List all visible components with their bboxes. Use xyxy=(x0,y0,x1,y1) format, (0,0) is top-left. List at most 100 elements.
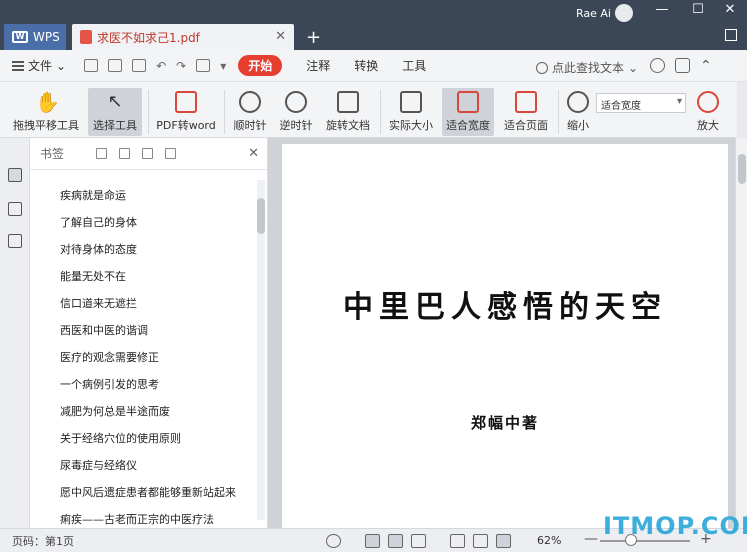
attachment-panel-icon[interactable] xyxy=(8,234,22,248)
list-item[interactable]: 医疗的观念需要修正 xyxy=(60,344,267,371)
pdf-page[interactable]: 中里巴人感悟的天空 郑幅中著 xyxy=(282,144,728,528)
quick-access-toolbar: ↶ ↷ ▾ xyxy=(84,58,226,73)
close-tab-icon[interactable]: ✕ xyxy=(275,29,286,44)
ribbon-scrollbar[interactable] xyxy=(737,82,747,138)
zoom-percentage[interactable]: 62% xyxy=(537,534,561,547)
maximize-button[interactable]: ☐ xyxy=(686,2,710,17)
bookmark-scroll-thumb[interactable] xyxy=(257,198,265,234)
hand-tool-label: 拖拽平移工具 xyxy=(13,119,79,132)
pdf-to-word-button[interactable]: PDF转word xyxy=(154,88,218,136)
title-bar: W WPS 求医不如求己1.pdf ✕ + Rae Ai — ☐ ✕ xyxy=(0,0,747,50)
list-item[interactable]: 信口道来无遮拦 xyxy=(60,290,267,317)
tab-start[interactable]: 开始 xyxy=(238,55,283,76)
rotate-clockwise-icon xyxy=(239,91,261,113)
single-page-icon[interactable] xyxy=(388,534,403,548)
close-panel-icon[interactable]: ✕ xyxy=(248,146,259,161)
user-name: Rae Ai xyxy=(576,6,611,20)
rotate-document-label: 旋转文档 xyxy=(326,119,370,132)
rotate-clockwise-button[interactable]: 顺时针 xyxy=(230,88,270,136)
list-item[interactable]: 能量无处不在 xyxy=(60,263,267,290)
bookmark-panel-header: 书签 ✕ xyxy=(30,138,267,170)
pdf-to-word-label: PDF转word xyxy=(156,119,216,132)
fit-page-status-icon[interactable] xyxy=(473,534,488,548)
rotate-document-button[interactable]: 旋转文档 xyxy=(322,88,374,136)
zoom-in-button[interactable]: 放大 xyxy=(692,88,724,136)
file-menu-label: 文件 xyxy=(28,59,53,73)
zoom-minus-button[interactable]: — xyxy=(584,531,598,547)
save-icon[interactable] xyxy=(108,58,123,72)
zoom-in-icon xyxy=(697,91,719,113)
viewer-scrollbar[interactable] xyxy=(735,138,747,528)
file-menu[interactable]: 文件 ⌄ xyxy=(12,57,66,74)
avatar[interactable] xyxy=(615,4,633,22)
wps-logo-icon: W xyxy=(12,31,28,43)
gear-icon[interactable] xyxy=(650,58,665,73)
zoom-out-label: 缩小 xyxy=(567,119,589,132)
tab-annotate[interactable]: 注释 xyxy=(306,57,330,74)
undo-icon[interactable]: ↶ xyxy=(156,59,166,73)
print-icon[interactable] xyxy=(132,58,147,72)
rotate-counterclockwise-button[interactable]: 逆时针 xyxy=(276,88,316,136)
list-item[interactable]: 了解自己的身体 xyxy=(60,209,267,236)
wps-home-tab[interactable]: W WPS xyxy=(4,24,66,50)
continuous-view-icon[interactable] xyxy=(365,534,380,548)
hand-icon: ✋ xyxy=(35,90,60,114)
comment-icon[interactable] xyxy=(675,58,690,73)
ribbon-divider xyxy=(380,90,381,134)
select-tool-button[interactable]: ↖ 选择工具 xyxy=(88,88,142,136)
delete-bookmark-icon[interactable] xyxy=(165,148,177,159)
export-icon[interactable] xyxy=(196,58,211,72)
collapse-ribbon-icon[interactable]: ⌃ xyxy=(700,58,712,74)
find-text-search[interactable]: 点此查找文本 ⌄ xyxy=(536,59,638,76)
actual-size-status-icon[interactable] xyxy=(450,534,465,548)
tab-tools[interactable]: 工具 xyxy=(402,57,426,74)
list-item[interactable]: 西医和中医的谐调 xyxy=(60,317,267,344)
fit-page-button[interactable]: 适合页面 xyxy=(500,88,552,136)
zoom-out-button[interactable]: 缩小 xyxy=(562,88,594,136)
collapse-all-icon[interactable] xyxy=(119,148,131,159)
wps-tab-label: WPS xyxy=(33,30,60,44)
new-tab-button[interactable]: + xyxy=(306,27,321,48)
two-page-icon[interactable] xyxy=(411,534,426,548)
list-item[interactable]: 关于经络穴位的使用原则 xyxy=(60,425,267,452)
open-folder-icon[interactable] xyxy=(84,58,99,72)
zoom-mode-select[interactable]: 适合宽度 xyxy=(596,93,686,113)
list-item[interactable]: 对待身体的态度 xyxy=(60,236,267,263)
fit-width-status-icon[interactable] xyxy=(496,534,511,548)
zoom-out-icon xyxy=(567,91,589,113)
list-item[interactable]: 一个病例引发的思考 xyxy=(60,371,267,398)
bookmark-panel-icon[interactable] xyxy=(8,168,22,182)
document-viewer: 中里巴人感悟的天空 郑幅中著 xyxy=(268,138,747,528)
select-tool-label: 选择工具 xyxy=(93,119,137,132)
add-bookmark-icon[interactable] xyxy=(142,148,154,159)
hand-tool-button[interactable]: ✋ 拖拽平移工具 xyxy=(8,88,84,136)
list-item[interactable]: 疾病就是命运 xyxy=(60,182,267,209)
minimize-button[interactable]: — xyxy=(650,2,674,17)
list-item[interactable]: 痢疾——古老而正宗的中医疗法 xyxy=(60,506,267,528)
redo-icon[interactable]: ↷ xyxy=(176,59,186,73)
zoom-slider[interactable] xyxy=(600,540,690,542)
bookmark-tools xyxy=(96,148,177,159)
side-panel-icon[interactable] xyxy=(725,29,737,41)
viewer-scroll-thumb[interactable] xyxy=(738,154,746,184)
close-window-button[interactable]: ✕ xyxy=(718,2,742,17)
search-icon xyxy=(536,61,548,74)
fit-width-button[interactable]: 适合宽度 xyxy=(442,88,494,136)
user-account[interactable]: Rae Ai xyxy=(576,4,633,22)
fit-page-icon xyxy=(515,91,537,113)
more-options-icon[interactable]: ▾ xyxy=(220,59,226,73)
thumbnail-panel-icon[interactable] xyxy=(8,202,22,216)
actual-size-button[interactable]: 实际大小 xyxy=(386,88,436,136)
eye-icon[interactable] xyxy=(326,534,341,548)
document-tab[interactable]: 求医不如求己1.pdf ✕ xyxy=(72,24,294,50)
ribbon-divider xyxy=(558,90,559,134)
find-text-label: 点此查找文本 xyxy=(552,61,625,75)
expand-all-icon[interactable] xyxy=(96,148,108,159)
view-mode-icons xyxy=(326,534,511,548)
list-item[interactable]: 减肥为何总是半途而废 xyxy=(60,398,267,425)
tab-convert[interactable]: 转换 xyxy=(354,57,378,74)
ribbon-divider xyxy=(224,90,225,134)
list-item[interactable]: 愿中风后遗症患者都能够重新站起来 xyxy=(60,479,267,506)
list-item[interactable]: 尿毒症与经络仪 xyxy=(60,452,267,479)
bookmark-scrollbar[interactable] xyxy=(257,180,265,520)
